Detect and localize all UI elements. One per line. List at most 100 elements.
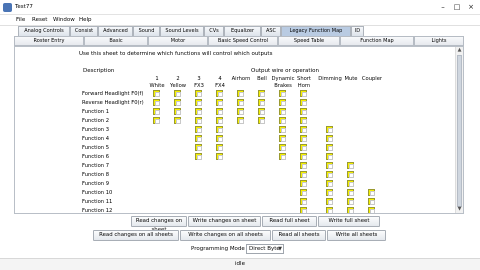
function-map-checkbox[interactable] [347, 171, 354, 178]
tab-consist[interactable]: Consist [70, 26, 98, 36]
function-map-checkbox[interactable] [195, 90, 202, 97]
tab-speed-table[interactable]: Speed Table [278, 36, 340, 46]
tab-roster-entry[interactable]: Roster Entry [14, 36, 84, 46]
tab-equalizer[interactable]: Equalizer [224, 26, 261, 36]
function-map-checkbox[interactable] [216, 153, 223, 160]
menu-file[interactable]: File [16, 17, 25, 23]
minimize-icon[interactable]: – [439, 3, 447, 11]
function-map-checkbox[interactable] [195, 99, 202, 106]
function-map-checkbox[interactable] [279, 153, 286, 160]
tab-basic[interactable]: Basic [84, 36, 148, 46]
function-map-checkbox[interactable] [216, 99, 223, 106]
function-map-checkbox[interactable] [216, 144, 223, 151]
tab-sound-levels[interactable]: Sound Levels [160, 26, 204, 36]
function-map-checkbox[interactable] [326, 207, 333, 213]
function-map-checkbox[interactable] [347, 198, 354, 205]
maximize-icon[interactable]: □ [453, 3, 461, 11]
function-map-checkbox[interactable] [300, 117, 307, 124]
tab-cvs[interactable]: CVs [204, 26, 224, 36]
function-map-checkbox[interactable] [195, 153, 202, 160]
function-map-checkbox[interactable] [237, 90, 244, 97]
function-map-checkbox[interactable] [326, 162, 333, 169]
function-map-checkbox[interactable] [326, 171, 333, 178]
tab-legacy-function-map[interactable]: Legacy Function Map [281, 26, 351, 36]
tab-asc[interactable]: ASC [261, 26, 281, 36]
function-map-checkbox[interactable] [216, 90, 223, 97]
function-map-checkbox[interactable] [279, 144, 286, 151]
scroll-down-icon[interactable]: ▼ [456, 206, 463, 213]
function-map-checkbox[interactable] [347, 207, 354, 213]
function-map-checkbox[interactable] [300, 180, 307, 187]
function-map-checkbox[interactable] [368, 189, 375, 196]
close-icon[interactable]: × [467, 3, 475, 11]
function-map-checkbox[interactable] [326, 180, 333, 187]
tab-basic-speed-control[interactable]: Basic Speed Control [208, 36, 278, 46]
function-map-checkbox[interactable] [300, 189, 307, 196]
function-map-checkbox[interactable] [300, 135, 307, 142]
function-map-checkbox[interactable] [326, 126, 333, 133]
function-map-checkbox[interactable] [279, 108, 286, 115]
function-map-checkbox[interactable] [326, 153, 333, 160]
function-map-checkbox[interactable] [195, 117, 202, 124]
function-map-checkbox[interactable] [237, 99, 244, 106]
tab-advanced[interactable]: Advanced [98, 26, 133, 36]
function-map-checkbox[interactable] [237, 108, 244, 115]
tab-sound[interactable]: Sound [133, 26, 160, 36]
function-map-checkbox[interactable] [300, 162, 307, 169]
function-map-checkbox[interactable] [279, 117, 286, 124]
function-map-checkbox[interactable] [326, 198, 333, 205]
function-map-checkbox[interactable] [300, 171, 307, 178]
function-map-checkbox[interactable] [347, 162, 354, 169]
menu-window[interactable]: Window [53, 17, 75, 23]
tab-analog-controls[interactable]: Analog Controls [18, 26, 70, 36]
function-map-checkbox[interactable] [216, 117, 223, 124]
read-changes-all-button[interactable]: Read changes on all sheets [93, 230, 179, 241]
menu-reset[interactable]: Reset [32, 17, 47, 23]
function-map-checkbox[interactable] [300, 198, 307, 205]
function-map-checkbox[interactable] [326, 135, 333, 142]
read-changes-sheet-button[interactable]: Read changes on sheet [131, 216, 187, 233]
function-map-checkbox[interactable] [195, 108, 202, 115]
function-map-checkbox[interactable] [279, 90, 286, 97]
function-map-checkbox[interactable] [174, 117, 181, 124]
function-map-checkbox[interactable] [300, 126, 307, 133]
read-all-button[interactable]: Read all sheets [272, 230, 326, 241]
function-map-checkbox[interactable] [258, 117, 265, 124]
function-map-checkbox[interactable] [195, 126, 202, 133]
function-map-checkbox[interactable] [258, 99, 265, 106]
write-all-button[interactable]: Write all sheets [327, 230, 386, 241]
function-map-checkbox[interactable] [300, 108, 307, 115]
function-map-checkbox[interactable] [300, 99, 307, 106]
tab-function-map[interactable]: Function Map [340, 36, 414, 46]
function-map-checkbox[interactable] [279, 126, 286, 133]
function-map-checkbox[interactable] [174, 108, 181, 115]
tab-id[interactable]: ID [351, 26, 364, 36]
function-map-checkbox[interactable] [258, 108, 265, 115]
function-map-checkbox[interactable] [300, 90, 307, 97]
scroll-thumb[interactable] [457, 55, 462, 207]
function-map-checkbox[interactable] [195, 144, 202, 151]
function-map-checkbox[interactable] [347, 180, 354, 187]
function-map-checkbox[interactable] [300, 207, 307, 213]
function-map-checkbox[interactable] [153, 108, 160, 115]
menu-help[interactable]: Help [79, 17, 92, 23]
write-full-sheet-button[interactable]: Write full sheet [318, 216, 380, 227]
function-map-checkbox[interactable] [326, 189, 333, 196]
write-changes-sheet-button[interactable]: Write changes on sheet [188, 216, 261, 227]
function-map-checkbox[interactable] [326, 144, 333, 151]
function-map-checkbox[interactable] [279, 99, 286, 106]
function-map-checkbox[interactable] [153, 99, 160, 106]
function-map-checkbox[interactable] [347, 189, 354, 196]
function-map-checkbox[interactable] [279, 135, 286, 142]
tab-lights[interactable]: Lights [414, 36, 464, 46]
function-map-checkbox[interactable] [368, 207, 375, 213]
function-map-checkbox[interactable] [195, 135, 202, 142]
tab-motor[interactable]: Motor [148, 36, 208, 46]
function-map-checkbox[interactable] [174, 90, 181, 97]
scroll-up-icon[interactable]: ▲ [456, 47, 463, 54]
read-full-sheet-button[interactable]: Read full sheet [262, 216, 317, 227]
function-map-checkbox[interactable] [300, 144, 307, 151]
vertical-scrollbar[interactable]: ▲ ▼ [455, 47, 463, 213]
function-map-checkbox[interactable] [216, 126, 223, 133]
function-map-checkbox[interactable] [174, 99, 181, 106]
